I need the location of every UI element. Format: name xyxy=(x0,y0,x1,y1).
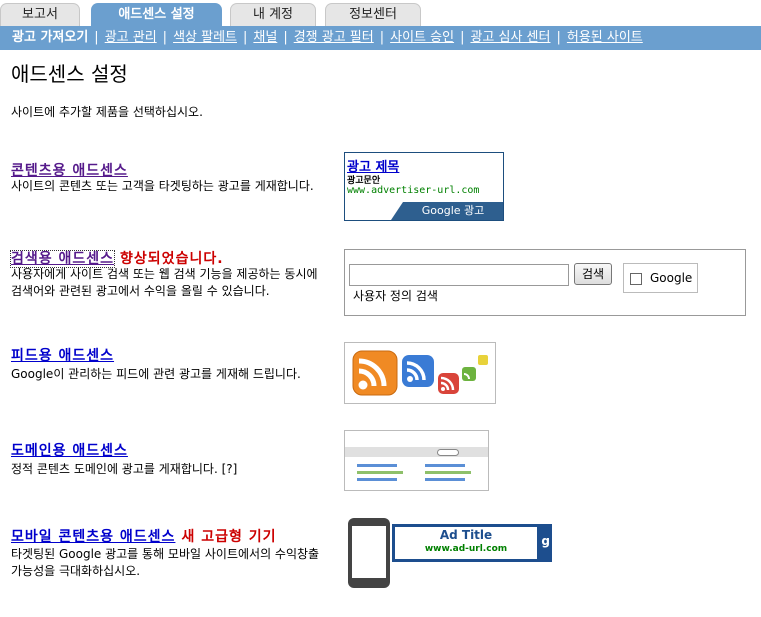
content-ad-sample: 광고 제목 광고문안 www.advertiser-url.com Google… xyxy=(344,152,504,221)
subnav-get-ads[interactable]: 광고 가져오기 xyxy=(12,30,88,45)
subnav-competitive-ad-filter[interactable]: 경쟁 광고 필터 xyxy=(294,30,374,45)
product-feeds-title: 피드용 애드센스 xyxy=(11,345,114,365)
domain-sample-link xyxy=(425,464,465,467)
mobile-ad-url: www.ad-url.com xyxy=(424,544,508,554)
adsense-for-domains-link[interactable]: 도메인용 애드센스 xyxy=(11,443,128,459)
domain-sample-link xyxy=(357,471,403,474)
tab-reports[interactable]: 보고서 xyxy=(0,3,80,26)
mobile-ad-unit: Ad Title www.ad-url.com g xyxy=(392,524,552,562)
domain-sample-link xyxy=(425,478,465,481)
phone-screen xyxy=(352,526,386,578)
ad-sample-footer: Google 광고 xyxy=(391,202,503,220)
domain-sample-link xyxy=(425,471,471,474)
subnav-manage-ads[interactable]: 광고 관리 xyxy=(105,30,157,45)
intro-text: 사이트에 추가할 제품을 선택하십시오. xyxy=(11,105,203,119)
product-mobile-title: 모바일 콘텐츠용 애드센스 새 고급형 기기 xyxy=(11,526,276,546)
mobile-ad-inner: Ad Title www.ad-url.com xyxy=(395,527,537,559)
subnav-site-authentication[interactable]: 사이트 승인 xyxy=(390,30,454,45)
tab-adsense-setup[interactable]: 애드센스 설정 xyxy=(91,3,222,26)
rss-icon-yellow xyxy=(478,355,488,365)
domain-sample-search-bar xyxy=(345,447,488,457)
product-mobile-desc: 타겟팅된 Google 광고를 통해 모바일 사이트에서의 수익창출 가능성을 … xyxy=(11,547,320,578)
product-content-desc: 사이트의 콘텐츠 또는 고객을 타겟팅하는 광고를 게재합니다. xyxy=(11,179,314,193)
phone-icon xyxy=(348,518,390,588)
rss-icon-green xyxy=(462,367,476,381)
domain-sample-link xyxy=(357,464,397,467)
feed-icons-sample xyxy=(344,342,496,404)
subnav-channels[interactable]: 채널 xyxy=(253,30,277,45)
search-sample-input xyxy=(349,264,569,286)
search-sample-button: 검색 xyxy=(574,263,612,285)
rss-icon-red xyxy=(438,373,459,394)
product-search-desc: 사용자에게 사이트 검색 또는 웹 검색 기능을 제공하는 동시에 검색어와 관… xyxy=(11,267,318,298)
google-g-icon: g xyxy=(541,534,550,548)
domain-sample-search-pill xyxy=(437,449,459,456)
tab-resources[interactable]: 정보센터 xyxy=(325,3,421,26)
search-sample-google-label: Google xyxy=(650,271,693,285)
subnav-color-palettes[interactable]: 색상 팔레트 xyxy=(173,30,237,45)
search-sample-caption: 사용자 정의 검색 xyxy=(353,289,438,303)
new-devices-badge: 새 고급형 기기 xyxy=(181,529,277,545)
product-search-title: 검색용 애드센스 향상되었습니다. xyxy=(9,248,224,268)
radio-icon xyxy=(630,273,642,285)
product-feeds-desc: Google이 관리하는 피드에 관련 광고를 게재해 드립니다. xyxy=(11,367,301,381)
subnav-ad-review-center[interactable]: 광고 심사 센터 xyxy=(470,30,550,45)
product-content-title: 콘텐츠용 애드센스 xyxy=(11,160,128,180)
improved-badge: 향상되었습니다. xyxy=(120,251,224,267)
ad-sample-url: www.advertiser-url.com xyxy=(347,185,480,196)
rss-icon-large xyxy=(352,350,398,396)
search-box-sample: 검색 사용자 정의 검색 Google xyxy=(344,249,746,316)
product-domains-title: 도메인용 애드센스 xyxy=(11,440,128,460)
rss-icons xyxy=(352,350,488,396)
mobile-ad-sample: Ad Title www.ad-url.com g xyxy=(348,518,558,588)
rss-icon-blue xyxy=(402,355,434,387)
mobile-ad-title: Ad Title xyxy=(439,528,493,542)
adsense-for-content-link[interactable]: 콘텐츠용 애드센스 xyxy=(11,163,128,179)
adsense-for-search-link[interactable]: 검색용 애드센스 xyxy=(9,250,116,268)
adsense-for-mobile-link[interactable]: 모바일 콘텐츠용 애드센스 xyxy=(11,529,175,545)
domain-sample-link xyxy=(357,478,397,481)
page-title: 애드센스 설정 xyxy=(11,62,128,86)
search-sample-google-option: Google xyxy=(623,263,698,293)
subnav-allowed-sites[interactable]: 허용된 사이트 xyxy=(567,30,643,45)
tab-my-account[interactable]: 내 계정 xyxy=(230,3,316,26)
sub-navigation: 광고 가져오기 | 광고 관리 | 색상 팔레트 | 채널 | 경쟁 광고 필터 | 사이트 승인 |… xyxy=(0,26,761,50)
product-domains-desc: 정적 콘텐츠 도메인에 광고를 게재합니다. [?] xyxy=(11,462,238,476)
domain-page-sample xyxy=(344,430,489,491)
adsense-for-feeds-link[interactable]: 피드용 애드센스 xyxy=(11,348,114,364)
top-tabs: 보고서 애드센스 설정 내 계정 정보센터 xyxy=(0,0,761,26)
